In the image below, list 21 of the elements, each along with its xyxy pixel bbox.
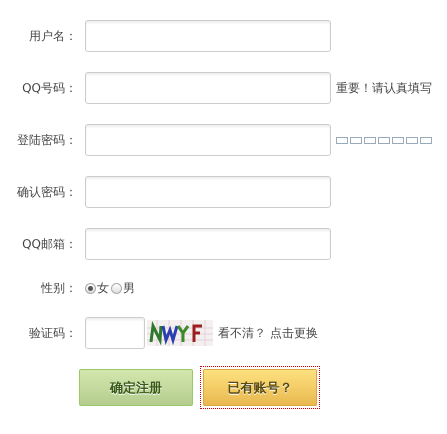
refresh-link[interactable]: 看不清？ 点击更换 (218, 324, 318, 342)
hint-text: 重要！请认真填写 (336, 80, 432, 96)
field-label: QQ号码： (21, 80, 77, 96)
radio-label: 男 (123, 280, 135, 297)
field-label: 登陆密码： (16, 132, 77, 148)
radio-label: 女 (97, 280, 109, 297)
register-button[interactable]: 确定注册 (76, 366, 196, 409)
input-field[interactable] (85, 20, 331, 52)
field-label: 确认密码： (16, 184, 77, 200)
field-label: 性别： (40, 280, 77, 297)
field-label: 验证码： (28, 324, 77, 342)
radio-button[interactable] (85, 283, 96, 294)
input-field[interactable] (85, 228, 331, 260)
input-field[interactable] (85, 72, 331, 104)
field-label: QQ邮箱： (21, 236, 77, 252)
input-field[interactable] (85, 124, 331, 156)
login-button[interactable]: 已有账号？ (200, 366, 320, 409)
field-label: 用户名： (28, 28, 77, 44)
radio-button[interactable] (111, 283, 122, 294)
input-field[interactable] (85, 317, 145, 349)
input-field[interactable] (85, 176, 331, 208)
